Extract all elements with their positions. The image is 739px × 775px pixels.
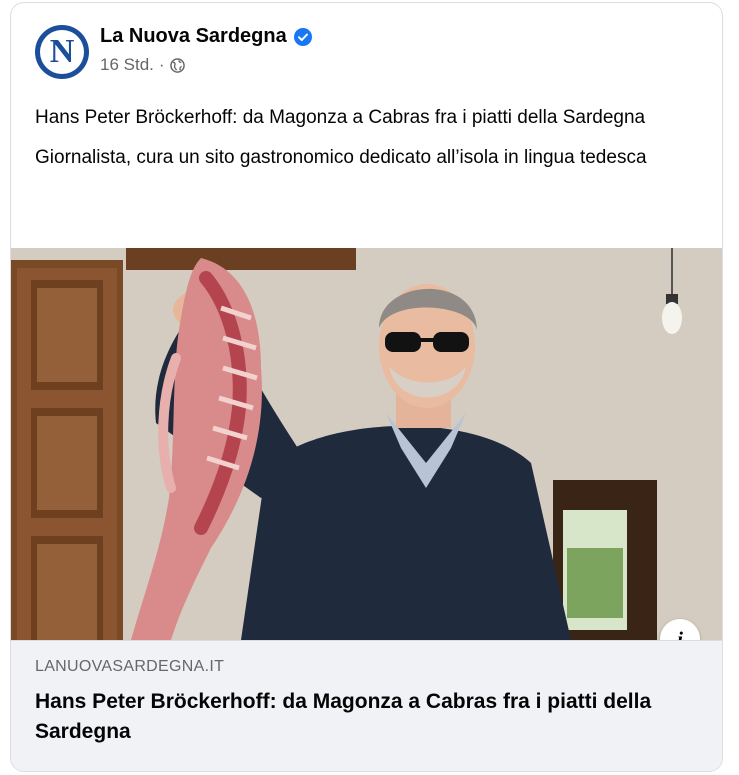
post-text-paragraph: Giornalista, cura un sito gastronomico d… <box>35 147 647 168</box>
page-name-link[interactable]: La Nuova Sardegna <box>100 25 287 48</box>
page-avatar[interactable]: N <box>35 25 89 79</box>
post-photo[interactable] <box>11 248 722 640</box>
post-card: N La Nuova Sardegna 16 Std. · Hans Peter… <box>10 2 723 772</box>
avatar-logo: N <box>40 30 84 74</box>
link-title[interactable]: Hans Peter Bröckerhoff: da Magonza a Cab… <box>35 687 695 747</box>
door-illustration <box>11 260 123 640</box>
photo-illustration <box>11 248 722 640</box>
post-timestamp[interactable]: 16 Std. <box>100 55 154 75</box>
globe-icon[interactable] <box>169 57 185 73</box>
page-name-row: La Nuova Sardegna <box>100 25 312 48</box>
avatar-letter: N <box>49 33 75 70</box>
link-domain: LANUOVASARDEGNA.IT <box>35 658 225 675</box>
link-preview[interactable]: LANUOVASARDEGNA.IT Hans Peter Bröckerhof… <box>11 640 722 771</box>
verified-badge-icon <box>293 27 312 46</box>
window-illustration <box>553 480 657 640</box>
post-text-paragraph: Hans Peter Bröckerhoff: da Magonza a Cab… <box>35 107 646 128</box>
meta-separator: · <box>158 55 165 74</box>
post-header: N La Nuova Sardegna 16 Std. · <box>11 3 722 93</box>
post-text: Hans Peter Bröckerhoff: da Magonza a Cab… <box>35 103 695 183</box>
post-meta: 16 Std. · <box>100 55 185 75</box>
